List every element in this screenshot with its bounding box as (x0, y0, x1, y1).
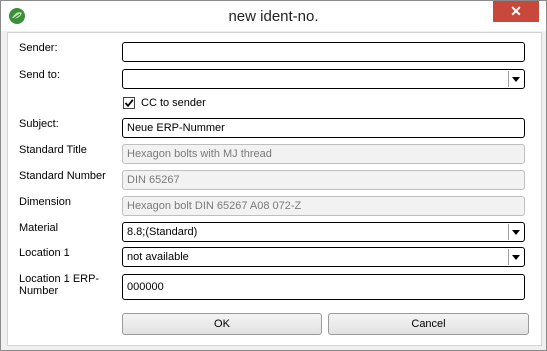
close-button[interactable]: ✕ (493, 1, 539, 22)
location1-erp-label-line2: Number (19, 285, 59, 297)
cc-checkbox[interactable] (123, 97, 135, 109)
chevron-down-icon[interactable] (508, 249, 523, 265)
standard-number-input: DIN 65267 (122, 170, 525, 190)
material-value: 8.8;(Standard) (127, 226, 198, 238)
subject-input[interactable]: Neue ERP-Nummer (122, 118, 525, 138)
sender-label: Sender: (19, 42, 58, 54)
standard-title-label: Standard Title (19, 144, 87, 156)
close-icon: ✕ (510, 3, 522, 19)
chevron-down-icon[interactable] (508, 224, 523, 240)
subject-label: Subject: (19, 118, 59, 130)
material-label: Material (19, 222, 59, 234)
location1-erp-label-line1: Location 1 ERP- (19, 273, 100, 285)
location1-value: not available (127, 251, 189, 263)
dialog-window: new ident-no. ✕ Sender: Send to: CC to s… (0, 0, 547, 351)
title-bar[interactable]: new ident-no. ✕ (1, 1, 546, 31)
standard-title-input: Hexagon bolts with MJ thread (122, 144, 525, 164)
chevron-down-icon[interactable] (508, 71, 523, 87)
sendto-label: Send to: (19, 69, 60, 81)
cancel-button[interactable]: Cancel (328, 313, 529, 335)
location1-erp-label: Location 1 ERP- Number (19, 273, 99, 297)
standard-number-label: Standard Number (19, 170, 106, 182)
ok-button[interactable]: OK (122, 313, 322, 335)
dimension-input: Hexagon bolt DIN 65267 A08 072-Z (122, 196, 525, 216)
dimension-label: Dimension (19, 196, 71, 208)
cc-label: CC to sender (141, 97, 206, 109)
location1-select[interactable]: not available (122, 247, 525, 267)
sendto-select[interactable] (122, 69, 525, 89)
material-select[interactable]: 8.8;(Standard) (122, 222, 525, 242)
location1-erp-input[interactable]: 000000 (122, 274, 525, 300)
window-title: new ident-no. (228, 8, 319, 25)
form-panel: Sender: Send to: CC to sender Subject: N… (7, 32, 542, 346)
location1-label: Location 1 (19, 247, 70, 259)
sender-input[interactable] (122, 42, 525, 62)
checkmark-icon (124, 99, 134, 108)
